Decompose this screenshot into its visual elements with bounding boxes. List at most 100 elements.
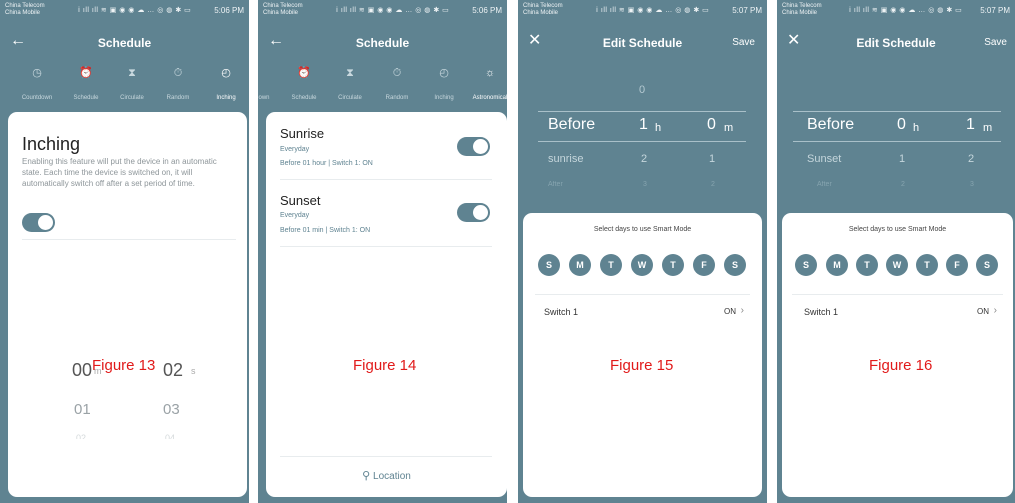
- app-bar: ← Schedule: [258, 30, 507, 56]
- figure-label: Figure 16: [869, 357, 933, 374]
- item-repeat: Everyday: [280, 212, 310, 219]
- status-icons: ⅰ ıll ıll ≋ ▣ ◉ ◉ ☁ … ◎ ◍ ✱ ▭: [336, 7, 450, 14]
- status-time: 5:06 PM: [472, 6, 502, 15]
- day-wednesday[interactable]: W: [631, 254, 653, 276]
- picker-below-event: sunrise: [548, 153, 584, 165]
- picker-faded-minute: 2: [711, 181, 715, 187]
- tab-label: Inching: [216, 95, 236, 101]
- mode-tabs: ◷ Countdown ⏰ Schedule ⧗ Circulate ⏱ Ran…: [0, 66, 249, 106]
- divider: [280, 456, 492, 457]
- divider: [22, 239, 236, 240]
- minutes-next[interactable]: 01: [74, 401, 91, 418]
- day-monday[interactable]: M: [569, 254, 591, 276]
- minute-unit: m: [724, 122, 734, 134]
- picker-selected-event: Before: [548, 116, 596, 133]
- smart-mode-card: Select days to use Smart Mode S M T W T …: [523, 213, 762, 497]
- picker-selected-event: Before: [807, 116, 855, 133]
- divider: [792, 294, 1003, 295]
- switch-value: ON: [977, 307, 989, 316]
- carrier-1: China Telecom: [523, 3, 563, 9]
- minutes-faded: 02: [76, 433, 87, 439]
- page-title: Edit Schedule: [856, 36, 936, 50]
- day-tuesday[interactable]: T: [856, 254, 878, 276]
- day-thursday[interactable]: T: [662, 254, 684, 276]
- item-detail: Before 01 min | Switch 1: ON: [280, 227, 371, 234]
- divider: [280, 179, 492, 180]
- inching-toggle[interactable]: [22, 213, 55, 232]
- seconds-next[interactable]: 03: [163, 401, 180, 418]
- minutes-selected[interactable]: 00: [72, 360, 92, 381]
- picker-below-minute: 2: [968, 153, 975, 165]
- divider: [280, 246, 492, 247]
- day-sunday[interactable]: S: [538, 254, 560, 276]
- carrier-1: China Telecom: [5, 3, 45, 9]
- tab-inching[interactable]: ◴ Inching: [198, 66, 249, 103]
- location-pin-icon: ⚲: [362, 470, 371, 482]
- page-title: Schedule: [97, 36, 152, 50]
- day-saturday[interactable]: S: [724, 254, 746, 276]
- section-heading: Inching: [22, 134, 81, 154]
- app-bar: ✕ Edit Schedule Save: [777, 30, 1015, 56]
- carrier-2: China Mobile: [5, 10, 41, 16]
- day-thursday[interactable]: T: [916, 254, 938, 276]
- carrier-info: China Telecom China Mobile: [782, 3, 822, 17]
- inching-card: Inching Enabling this feature will put t…: [8, 112, 247, 497]
- save-button[interactable]: Save: [984, 37, 1007, 48]
- day-monday[interactable]: M: [826, 254, 848, 276]
- status-time: 5:06 PM: [214, 6, 244, 15]
- day-wednesday[interactable]: W: [886, 254, 908, 276]
- carrier-1: China Telecom: [782, 3, 822, 9]
- day-tuesday[interactable]: T: [600, 254, 622, 276]
- timer-icon: ◴: [221, 67, 231, 79]
- picker-below-hour: 2: [641, 153, 648, 165]
- tab-countdown[interactable]: ◷ Countdown: [9, 66, 65, 103]
- save-button[interactable]: Save: [732, 37, 755, 48]
- status-time: 5:07 PM: [732, 6, 762, 15]
- smart-mode-card: Select days to use Smart Mode S M T W T …: [782, 213, 1013, 497]
- picker-faded-hour: 2: [901, 181, 905, 187]
- hour-unit: h: [655, 122, 662, 134]
- astronomical-card: Sunrise Everyday Before 01 hour | Switch…: [266, 112, 507, 497]
- seconds-unit: s: [191, 366, 196, 376]
- carrier-2: China Mobile: [523, 10, 559, 16]
- sunrise-toggle[interactable]: [457, 137, 490, 156]
- picker-highlight-top: [793, 111, 1001, 112]
- picker-below-minute: 1: [709, 153, 716, 165]
- seconds-faded: 04: [165, 433, 176, 439]
- carrier-info: China Telecom China Mobile: [263, 3, 303, 17]
- inching-description: Enabling this feature will put the devic…: [22, 157, 217, 188]
- picker-highlight-bottom: [538, 141, 746, 142]
- day-friday[interactable]: F: [693, 254, 715, 276]
- tab-astronomical[interactable]: ☼ Astronomical: [462, 66, 507, 103]
- sun-icon: ☼: [484, 67, 496, 79]
- status-icons: ⅰ ıll ıll ≋ ▣ ◉ ◉ ☁ … ◎ ◍ ✱ ▭: [78, 7, 192, 14]
- status-bar: China Telecom China Mobile ⅰ ıll ıll ≋ ▣…: [518, 0, 767, 22]
- day-sunday[interactable]: S: [795, 254, 817, 276]
- chevron-right-icon: ›: [740, 305, 744, 316]
- phone-screen-edit-schedule-sunset: China Telecom China Mobile ⅰ ıll ıll ≋ ▣…: [777, 0, 1015, 503]
- status-icons: ⅰ ıll ıll ≋ ▣ ◉ ◉ ☁ … ◎ ◍ ✱ ▭: [849, 7, 963, 14]
- days-prompt: Select days to use Smart Mode: [848, 226, 947, 233]
- day-saturday[interactable]: S: [976, 254, 998, 276]
- picker-below-hour: 1: [899, 153, 906, 165]
- item-title: Sunset: [280, 193, 321, 208]
- status-bar: China Telecom China Mobile ⅰ ıll ıll ≋ ▣…: [777, 0, 1015, 22]
- seconds-selected[interactable]: 02: [163, 360, 183, 381]
- carrier-1: China Telecom: [263, 3, 303, 9]
- phone-screen-inching: China Telecom China Mobile ⅰ ıll ıll ≋ ▣…: [0, 0, 249, 503]
- picker-selected-hour: 1: [639, 116, 648, 133]
- sunset-toggle[interactable]: [457, 203, 490, 222]
- tab-label: Astronomical: [472, 95, 507, 101]
- picker-above-hour: 0: [639, 84, 646, 96]
- item-detail: Before 01 hour | Switch 1: ON: [280, 160, 373, 167]
- carrier-info: China Telecom China Mobile: [5, 3, 45, 17]
- carrier-2: China Mobile: [263, 10, 299, 16]
- chevron-right-icon: ›: [993, 305, 997, 316]
- location-button[interactable]: ⚲ Location: [266, 469, 507, 482]
- app-bar: ✕ Edit Schedule Save: [518, 30, 767, 56]
- mode-tabs: own ⏰ Schedule ⧗ Circulate ⏱ Random ◴ In…: [258, 66, 507, 106]
- page-title: Schedule: [355, 36, 410, 50]
- day-friday[interactable]: F: [946, 254, 968, 276]
- figure-strip: China Telecom China Mobile ⅰ ıll ıll ≋ ▣…: [0, 0, 1015, 503]
- phone-screen-edit-schedule-sunrise: China Telecom China Mobile ⅰ ıll ıll ≋ ▣…: [518, 0, 767, 503]
